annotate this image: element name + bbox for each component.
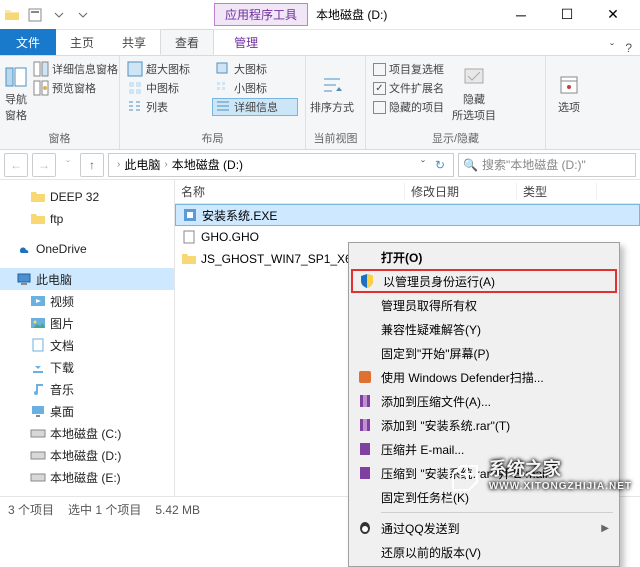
contextual-tab-label: 应用程序工具 <box>214 3 308 26</box>
ribbon-group-show-label: 显示/隐藏 <box>370 129 541 147</box>
ribbon: 导航窗格 详细信息窗格 预览窗格 窗格 超大图标 中图标 列表 大图标 小图标 … <box>0 56 640 150</box>
show-checkboxes[interactable]: 项目复选框 <box>370 60 447 78</box>
nav-recent-dropdown[interactable]: ˇ <box>60 153 76 177</box>
menu-add-archive[interactable]: 添加到压缩文件(A)... <box>351 389 617 413</box>
rar-icon <box>357 441 373 457</box>
close-button[interactable]: ✕ <box>590 0 636 30</box>
status-item-count: 3 个项目 <box>8 501 54 518</box>
tab-file[interactable]: 文件 <box>0 29 56 55</box>
status-size: 5.42 MB <box>155 503 200 517</box>
menu-separator <box>381 512 613 513</box>
nav-forward-button[interactable]: → <box>32 153 56 177</box>
refresh-icon[interactable]: ↻ <box>431 158 449 172</box>
tree-item-ftp[interactable]: ftp <box>0 208 174 230</box>
nav-back-button[interactable]: ← <box>4 153 28 177</box>
show-extensions[interactable]: ✓文件扩展名 <box>370 79 447 97</box>
address-bar: ← → ˇ ↑ › 此电脑 › 本地磁盘 (D:) ˇ ↻ 🔍 搜索"本地磁盘 … <box>0 150 640 180</box>
qq-icon <box>357 520 373 536</box>
window-titlebar: 应用程序工具 本地磁盘 (D:) ─ ☐ ✕ <box>0 0 640 30</box>
view-extra-large-icons[interactable]: 超大图标 <box>124 60 210 78</box>
menu-compress-to-email[interactable]: 压缩到 "安装系统.rar" 并 E-mail <box>351 461 617 485</box>
menu-take-ownership[interactable]: 管理员取得所有权 <box>351 293 617 317</box>
qat-customize-icon[interactable] <box>72 4 94 26</box>
ribbon-group-panes-label: 窗格 <box>4 129 115 147</box>
ribbon-tabs: 文件 主页 共享 查看 管理 ˇ ? <box>0 30 640 56</box>
window-title: 本地磁盘 (D:) <box>316 6 387 23</box>
tree-item-drive-c[interactable]: 本地磁盘 (C:) <box>0 422 174 444</box>
tree-item-this-pc[interactable]: 此电脑 <box>0 268 174 290</box>
sort-by-button[interactable]: 排序方式 <box>310 60 354 128</box>
preview-pane-button[interactable]: 预览窗格 <box>30 79 121 97</box>
column-headers: 名称 修改日期 类型 <box>175 180 640 204</box>
col-type[interactable]: 类型 <box>517 183 597 200</box>
defender-icon <box>357 369 373 385</box>
ribbon-collapse-icon[interactable]: ˇ ? <box>610 41 640 55</box>
breadcrumb-drive[interactable]: 本地磁盘 (D:) <box>172 156 243 173</box>
options-button[interactable]: 选项 <box>550 60 588 128</box>
exe-icon <box>182 207 198 223</box>
file-icon <box>181 229 197 245</box>
tree-item-drive-e[interactable]: 本地磁盘 (E:) <box>0 466 174 488</box>
search-icon: 🔍 <box>463 158 478 172</box>
tree-item-drive-d[interactable]: 本地磁盘 (D:) <box>0 444 174 466</box>
menu-open[interactable]: 打开(O) <box>351 245 617 269</box>
view-medium-icons[interactable]: 中图标 <box>124 79 210 97</box>
address-field[interactable]: › 此电脑 › 本地磁盘 (D:) ˇ ↻ <box>108 153 454 177</box>
tree-item-documents[interactable]: 文档 <box>0 334 174 356</box>
menu-run-as-admin[interactable]: 以管理员身份运行(A) <box>351 269 617 293</box>
folder-icon <box>181 251 197 267</box>
show-hidden[interactable]: 隐藏的项目 <box>370 98 447 116</box>
menu-add-rar[interactable]: 添加到 "安装系统.rar"(T) <box>351 413 617 437</box>
tab-home[interactable]: 主页 <box>56 29 108 55</box>
navigation-tree: DEEP 32 ftp OneDrive 此电脑 视频 图片 文档 下载 音乐 … <box>0 180 175 496</box>
maximize-button[interactable]: ☐ <box>544 0 590 30</box>
qat-dropdown-icon[interactable] <box>48 4 70 26</box>
menu-qq-send[interactable]: 通过QQ发送到▶ <box>351 516 617 540</box>
menu-compress-email[interactable]: 压缩并 E-mail... <box>351 437 617 461</box>
tree-item-pictures[interactable]: 图片 <box>0 312 174 334</box>
ribbon-group-layout-label: 布局 <box>124 129 301 147</box>
address-dropdown-icon[interactable]: ˇ <box>417 158 429 172</box>
search-input[interactable]: 🔍 搜索"本地磁盘 (D:)" <box>458 153 636 177</box>
col-date[interactable]: 修改日期 <box>405 183 517 200</box>
menu-defender-scan[interactable]: 使用 Windows Defender扫描... <box>351 365 617 389</box>
menu-pin-taskbar[interactable]: 固定到任务栏(K) <box>351 485 617 509</box>
view-large-icons[interactable]: 大图标 <box>212 60 298 78</box>
tree-item-downloads[interactable]: 下载 <box>0 356 174 378</box>
file-row-installer[interactable]: 安装系统.EXE <box>175 204 640 226</box>
menu-troubleshoot[interactable]: 兼容性疑难解答(Y) <box>351 317 617 341</box>
folder-icon <box>4 7 20 23</box>
view-list[interactable]: 列表 <box>124 98 210 116</box>
tree-item-deep32[interactable]: DEEP 32 <box>0 186 174 208</box>
navigation-pane-button[interactable]: 导航窗格 <box>4 60 28 128</box>
col-name[interactable]: 名称 <box>175 183 405 200</box>
tree-item-onedrive[interactable]: OneDrive <box>0 238 174 260</box>
rar-icon <box>357 417 373 433</box>
tree-item-videos[interactable]: 视频 <box>0 290 174 312</box>
context-menu: 打开(O) 以管理员身份运行(A) 管理员取得所有权 兼容性疑难解答(Y) 固定… <box>348 242 620 567</box>
tab-share[interactable]: 共享 <box>108 29 160 55</box>
view-small-icons[interactable]: 小图标 <box>212 79 298 97</box>
view-details[interactable]: 详细信息 <box>212 98 298 116</box>
rar-icon <box>357 465 373 481</box>
breadcrumb-this-pc[interactable]: 此电脑 <box>124 156 160 173</box>
menu-restore-previous[interactable]: 还原以前的版本(V) <box>351 540 617 564</box>
menu-pin-start[interactable]: 固定到"开始"屏幕(P) <box>351 341 617 365</box>
nav-up-button[interactable]: ↑ <box>80 153 104 177</box>
ribbon-group-sort-label: 当前视图 <box>310 129 361 147</box>
details-pane-button[interactable]: 详细信息窗格 <box>30 60 121 78</box>
status-selected: 选中 1 个项目 <box>68 501 141 518</box>
tree-item-music[interactable]: 音乐 <box>0 378 174 400</box>
hide-selected-button[interactable]: 隐藏 所选项目 <box>449 60 499 128</box>
minimize-button[interactable]: ─ <box>498 0 544 30</box>
qat-properties-icon[interactable] <box>24 4 46 26</box>
shield-icon <box>359 273 375 289</box>
rar-icon <box>357 393 373 409</box>
tree-item-desktop[interactable]: 桌面 <box>0 400 174 422</box>
tab-view[interactable]: 查看 <box>160 29 214 55</box>
tab-manage[interactable]: 管理 <box>220 29 272 55</box>
